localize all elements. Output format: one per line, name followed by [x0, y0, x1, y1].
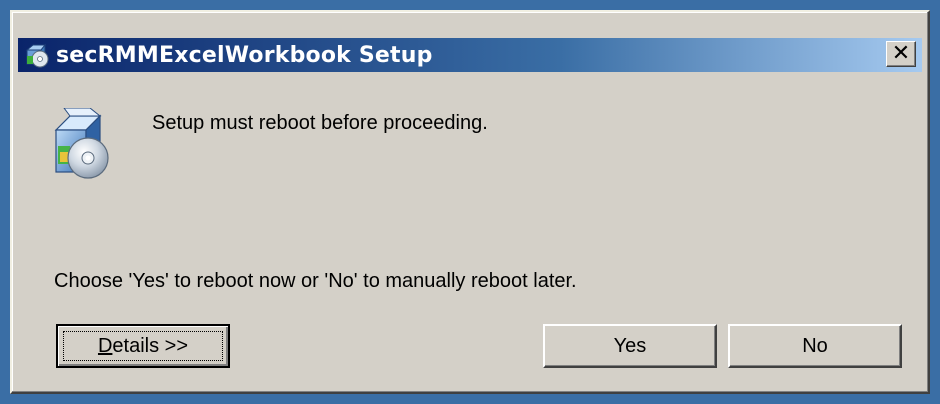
window-title: secRMMExcelWorkbook Setup	[56, 42, 433, 68]
no-button[interactable]: No	[728, 324, 902, 368]
close-icon: ✕	[891, 41, 911, 66]
reboot-message: Setup must reboot before proceeding.	[152, 112, 488, 134]
details-button[interactable]: Details >>	[56, 324, 230, 368]
setup-installer-icon	[54, 108, 109, 179]
title-bar[interactable]: secRMMExcelWorkbook Setup ✕	[18, 38, 922, 72]
close-button[interactable]: ✕	[886, 41, 916, 67]
focus-rectangle	[63, 331, 223, 361]
no-button-label: No	[802, 334, 828, 357]
yes-button-label: Yes	[613, 334, 647, 357]
setup-dialog: secRMMExcelWorkbook Setup ✕ Setup must r…	[10, 10, 930, 394]
yes-button[interactable]: Yes	[543, 324, 717, 368]
setup-installer-icon	[25, 43, 49, 68]
reboot-instruction: Choose 'Yes' to reboot now or 'No' to ma…	[54, 270, 577, 292]
